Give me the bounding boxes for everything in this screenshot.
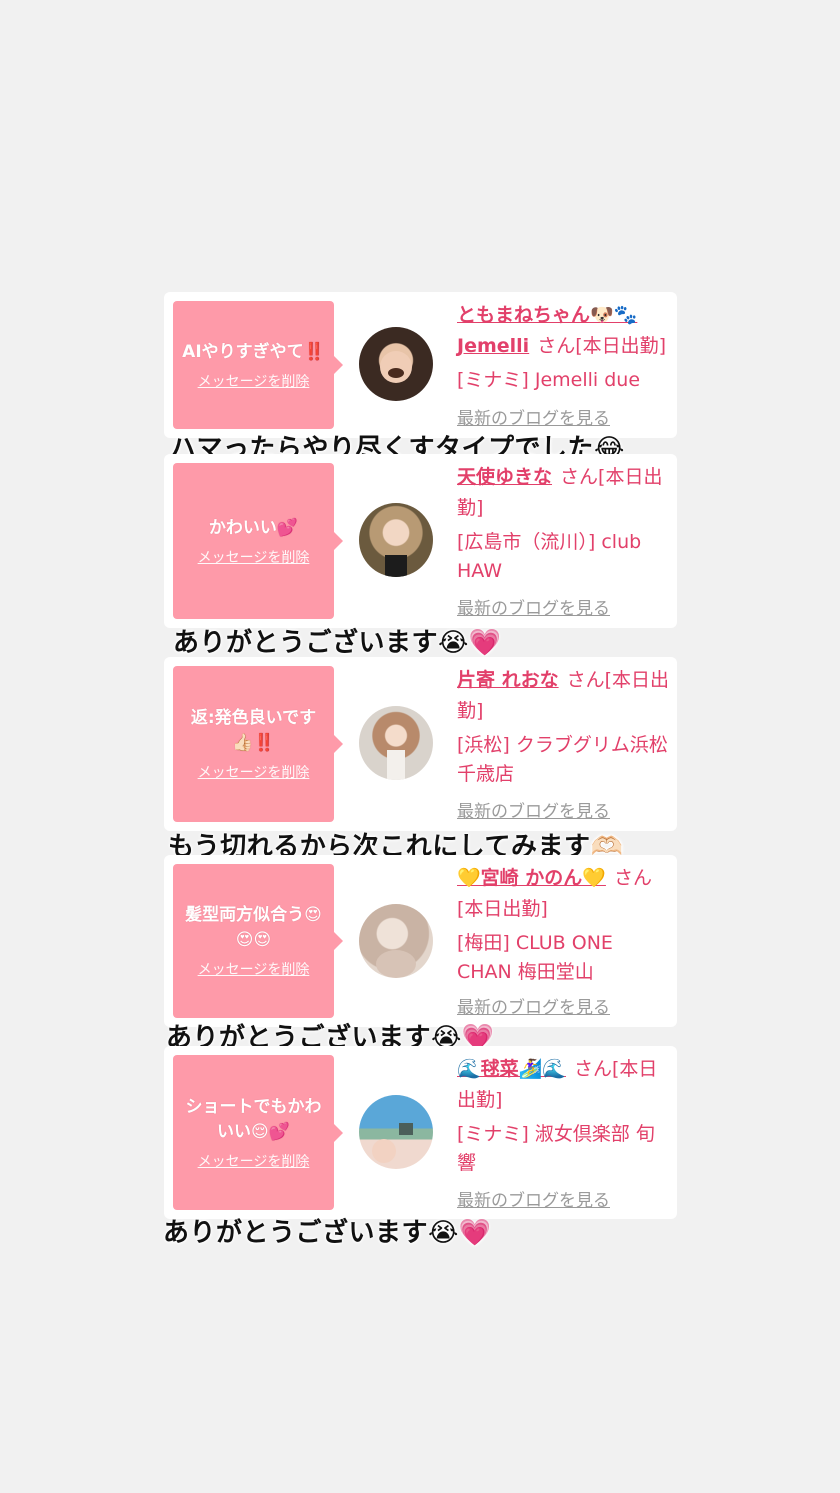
avatar-image bbox=[372, 1123, 413, 1163]
profile-info: ともまねちゃん🐶🐾 Jemelli さん[本日出勤] [ミナミ] Jemelli … bbox=[457, 300, 671, 395]
delete-message-link[interactable]: メッセージを削除 bbox=[198, 1151, 310, 1171]
message-card: かわいい💕 メッセージを削除 天使ゆきな さん[本日出勤] [広島市（流川）] c… bbox=[164, 454, 677, 628]
san-label: さん bbox=[613, 867, 652, 889]
san-label: さん bbox=[560, 466, 599, 488]
profile-name-link-2[interactable]: Jemelli bbox=[457, 335, 529, 357]
delete-message-link[interactable]: メッセージを削除 bbox=[198, 959, 310, 979]
message-card: 髪型両方似合う😍😍😍 メッセージを削除 💛宮崎 かのん💛 さん [本日出勤] [梅田… bbox=[164, 855, 677, 1027]
message-bubble: かわいい💕 メッセージを削除 bbox=[173, 463, 343, 619]
message-bubble: 髪型両方似合う😍😍😍 メッセージを削除 bbox=[173, 864, 343, 1018]
san-label: さん bbox=[573, 1058, 612, 1080]
caption-text: ありがとうございます😭💗 bbox=[173, 628, 502, 658]
message-bubble: 返:発色良いです👍🏻‼️ メッセージを削除 bbox=[173, 666, 343, 822]
profile-name-link[interactable]: 片寄 れおな bbox=[457, 669, 559, 691]
message-card: 返:発色良いです👍🏻‼️ メッセージを削除 片寄 れおな さん[本日出勤] [浜松… bbox=[164, 657, 677, 831]
profile-name-link[interactable]: 天使ゆきな bbox=[457, 466, 552, 488]
message-text: 返:発色良いです👍🏻‼️ bbox=[190, 708, 317, 753]
avatar-image bbox=[376, 950, 416, 978]
blog-link[interactable]: 最新のブログを見る bbox=[457, 797, 610, 822]
message-card: ショートでもかわいい😌💕 メッセージを削除 🌊毬菜🏄‍♀️🌊 さん[本日出勤] [… bbox=[164, 1046, 677, 1219]
shop-label: [ミナミ] Jemelli due bbox=[457, 369, 641, 391]
shop-label: [ミナミ] 淑女倶楽部 旬響 bbox=[457, 1123, 655, 1174]
profile-info: 💛宮崎 かのん💛 さん [本日出勤] [梅田] CLUB ONE CHAN 梅田堂山 bbox=[457, 863, 671, 987]
avatar[interactable] bbox=[359, 327, 433, 401]
profile-name-link[interactable]: 💛宮崎 かのん💛 bbox=[457, 867, 606, 889]
avatar-image bbox=[380, 351, 412, 383]
san-label: さん bbox=[566, 669, 605, 691]
avatar-image bbox=[385, 555, 407, 577]
status-label: [本日出勤] bbox=[457, 898, 548, 920]
status-label: [本日出勤] bbox=[575, 335, 667, 357]
blog-link[interactable]: 最新のブログを見る bbox=[457, 404, 610, 429]
blog-link[interactable]: 最新のブログを見る bbox=[457, 993, 610, 1018]
delete-message-link[interactable]: メッセージを削除 bbox=[198, 547, 310, 567]
blog-link[interactable]: 最新のブログを見る bbox=[457, 594, 610, 619]
delete-message-link[interactable]: メッセージを削除 bbox=[198, 762, 310, 782]
avatar[interactable] bbox=[359, 706, 433, 780]
avatar[interactable] bbox=[359, 904, 433, 978]
avatar[interactable] bbox=[359, 1095, 433, 1169]
shop-label: [浜松] クラブグリム浜松千歳店 bbox=[457, 734, 668, 785]
delete-message-link[interactable]: メッセージを削除 bbox=[198, 371, 310, 391]
profile-info: 🌊毬菜🏄‍♀️🌊 さん[本日出勤] [ミナミ] 淑女倶楽部 旬響 bbox=[457, 1054, 671, 1178]
shop-label: [広島市（流川）] club HAW bbox=[457, 531, 642, 582]
avatar[interactable] bbox=[359, 503, 433, 577]
profile-info: 天使ゆきな さん[本日出勤] [広島市（流川）] club HAW bbox=[457, 462, 671, 586]
avatar-image bbox=[387, 750, 405, 780]
message-text: AIやりすぎやて‼️ bbox=[182, 341, 325, 362]
message-text: ショートでもかわいい😌💕 bbox=[185, 1096, 322, 1142]
message-bubble: ショートでもかわいい😌💕 メッセージを削除 bbox=[173, 1055, 343, 1210]
profile-info: 片寄 れおな さん[本日出勤] [浜松] クラブグリム浜松千歳店 bbox=[457, 665, 671, 789]
profile-name-link[interactable]: ともまねちゃん🐶🐾 bbox=[457, 304, 637, 326]
shop-label: [梅田] CLUB ONE CHAN 梅田堂山 bbox=[457, 932, 613, 983]
caption-text: ありがとうございます😭💗 bbox=[163, 1218, 492, 1248]
profile-name-link[interactable]: 🌊毬菜🏄‍♀️🌊 bbox=[457, 1058, 566, 1080]
message-text: 髪型両方似合う😍😍😍 bbox=[185, 905, 322, 950]
san-label: さん bbox=[537, 335, 576, 357]
message-bubble: AIやりすぎやて‼️ メッセージを削除 bbox=[173, 301, 343, 429]
message-text: かわいい💕 bbox=[208, 517, 299, 538]
blog-link[interactable]: 最新のブログを見る bbox=[457, 1186, 610, 1211]
message-card: AIやりすぎやて‼️ メッセージを削除 ともまねちゃん🐶🐾 Jemelli さん[… bbox=[164, 292, 677, 438]
